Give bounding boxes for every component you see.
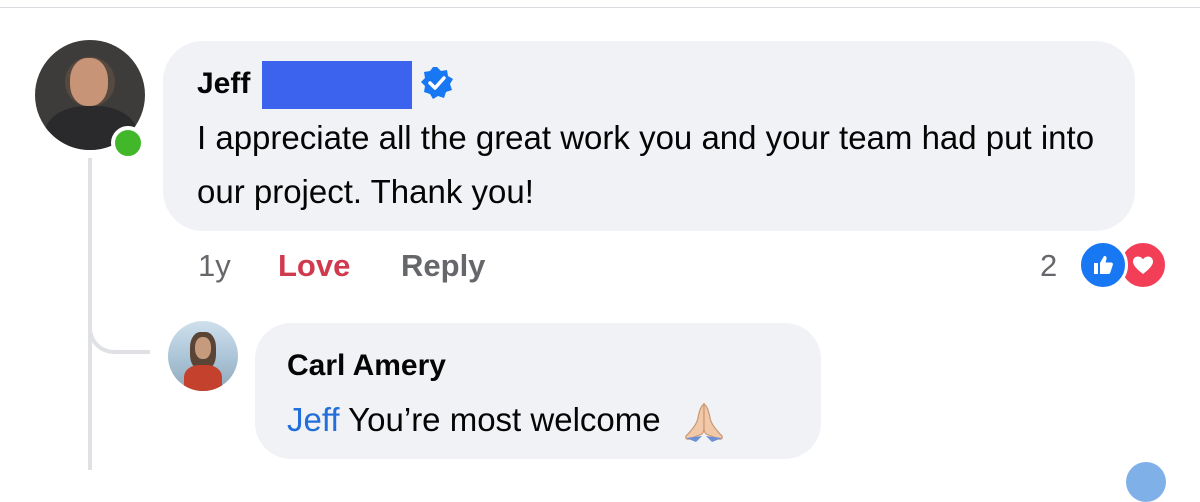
comment-bubble: Jeff I appreciate all the great work you… — [163, 41, 1135, 231]
comment-text: I appreciate all the great work you and … — [197, 119, 1095, 210]
redacted-name-block — [262, 61, 412, 109]
reply-author-name[interactable]: Carl Amery — [287, 349, 446, 383]
folded-hands-icon — [684, 403, 723, 443]
verified-badge-icon — [421, 67, 453, 99]
comment-timestamp[interactable]: 1y — [198, 246, 231, 286]
reaction-summary[interactable] — [1074, 240, 1170, 290]
reply-button[interactable]: Reply — [401, 246, 485, 286]
like-icon — [1078, 240, 1128, 290]
comment-author-name[interactable]: Jeff — [197, 67, 250, 101]
reaction-count[interactable]: 2 — [1040, 246, 1057, 286]
next-comment-avatar[interactable] — [1126, 462, 1166, 502]
thread-branch-line — [88, 290, 150, 354]
reply-text: You’re most welcome — [348, 401, 661, 438]
reply-bubble: Carl Amery Jeff You’re most welcome — [255, 323, 821, 459]
reply-mention-link[interactable]: Jeff — [287, 401, 340, 438]
reply-text-line: Jeff You’re most welcome — [287, 393, 827, 447]
love-reaction-button[interactable]: Love — [278, 246, 350, 286]
top-divider — [0, 7, 1200, 8]
reply-author-avatar[interactable] — [168, 321, 238, 391]
online-status-dot — [111, 126, 145, 160]
